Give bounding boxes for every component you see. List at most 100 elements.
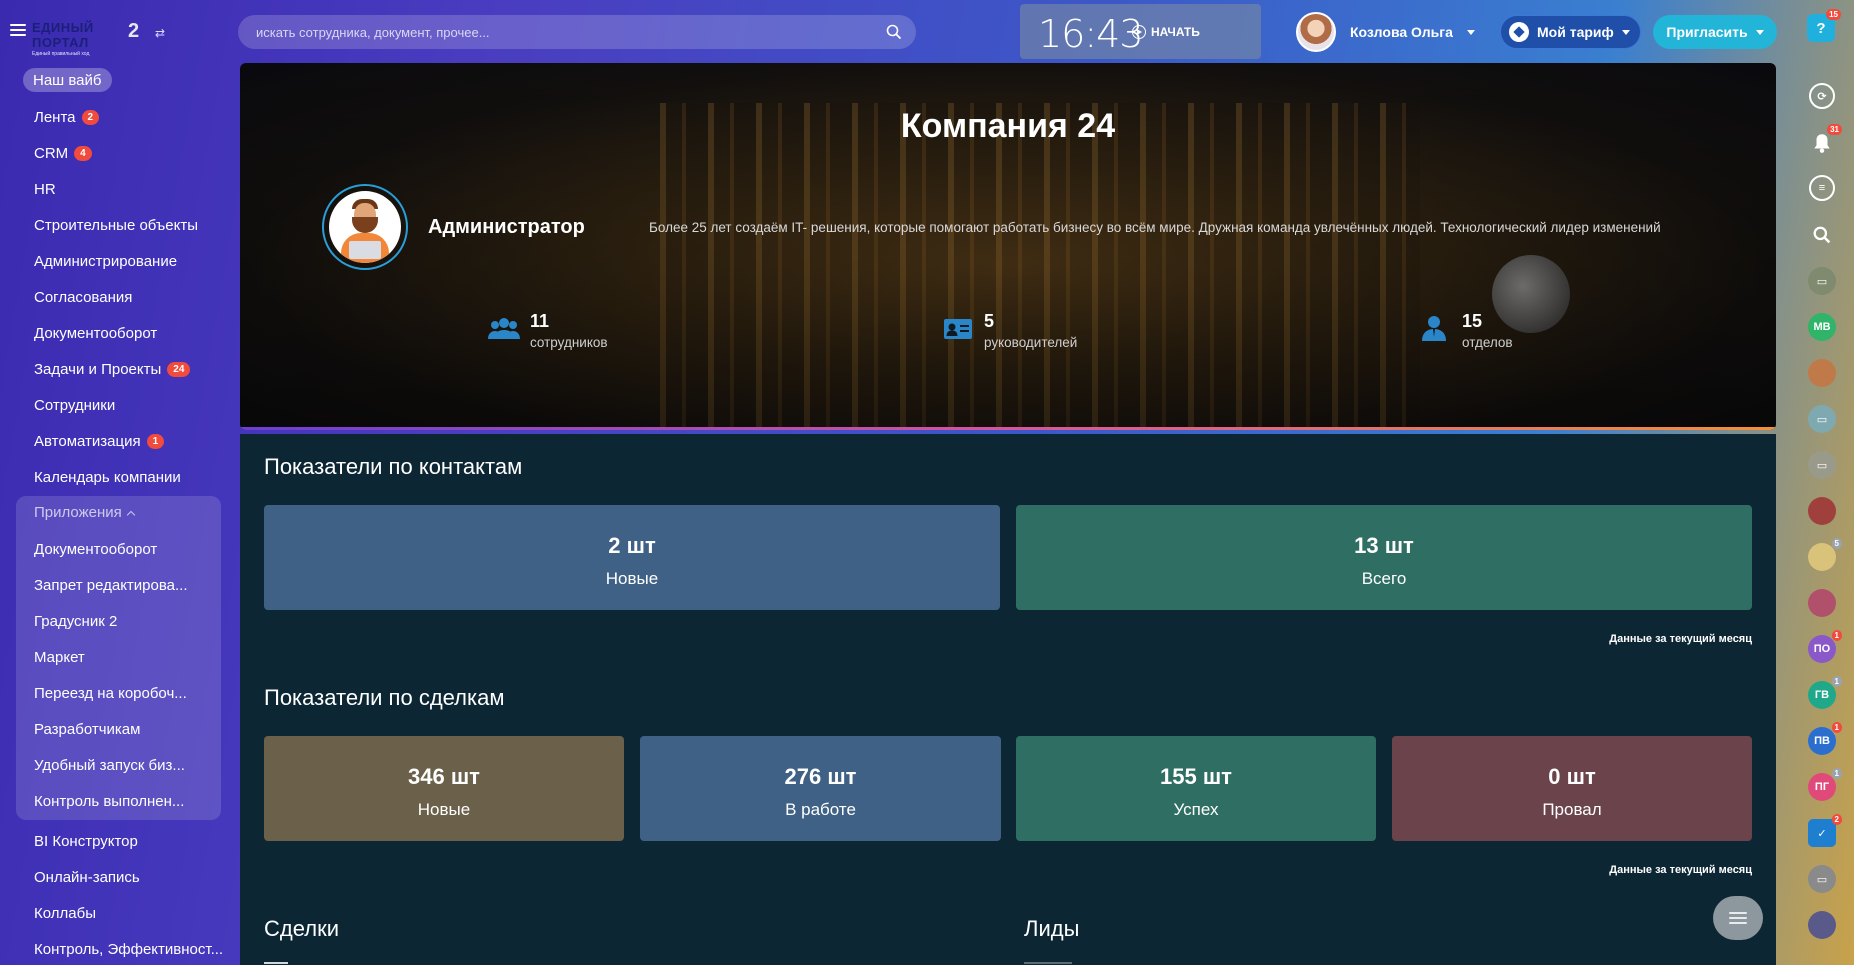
section-divider: [1024, 962, 1072, 964]
tariff-label: Мой тариф: [1537, 24, 1614, 40]
deals-in-progress-card[interactable]: 276 шт В работе: [640, 736, 1001, 841]
sidebar-item-online-booking[interactable]: Онлайн-запись: [34, 866, 140, 888]
copilot-icon[interactable]: ⟳: [1809, 83, 1835, 109]
chat-fab-button[interactable]: [1713, 896, 1763, 940]
avatar-builder[interactable]: 5: [1808, 538, 1842, 571]
work-day-widget[interactable]: 16:43 НАЧАТЬ: [1020, 4, 1261, 59]
clock-time: 16:43: [1038, 12, 1144, 56]
company-title: Компания 24: [900, 107, 1116, 145]
chevron-down-icon: [1621, 29, 1630, 35]
avatar-gv[interactable]: ГВ 1: [1808, 676, 1842, 709]
deals-new-card[interactable]: 346 шт Новые: [264, 736, 624, 841]
avatar-user-1[interactable]: [1808, 359, 1836, 387]
admin-avatar[interactable]: [322, 184, 408, 270]
counter-badge: 1: [146, 433, 165, 449]
user-menu[interactable]: Козлова Ольга: [1296, 10, 1475, 54]
sidebar-item-label: Запрет редактирова...: [34, 576, 188, 594]
user-tie-icon: [1422, 316, 1446, 341]
avatar-pv[interactable]: ПВ 1: [1808, 722, 1842, 755]
sidebar-app-item[interactable]: Удобный запуск биз...: [34, 754, 185, 776]
help-badge: 15: [1826, 9, 1841, 20]
avatar-po[interactable]: ПО 1: [1808, 630, 1842, 663]
tasks-icon[interactable]: ✓ 2: [1808, 814, 1842, 847]
sidebar-item-approvals[interactable]: Согласования: [34, 286, 132, 308]
chevron-down-icon: [1755, 29, 1764, 35]
sidebar-app-item[interactable]: Маркет: [34, 646, 85, 668]
sidebar-item-collabs[interactable]: Коллабы: [34, 902, 96, 924]
avatar-group[interactable]: [1808, 911, 1836, 939]
chat-icon[interactable]: ≡: [1809, 175, 1835, 201]
sidebar-item-bi-builder[interactable]: BI Конструктор: [34, 830, 138, 852]
users-icon: [488, 318, 520, 339]
sidebar-item-administration[interactable]: Администрирование: [34, 250, 177, 272]
sliders-icon[interactable]: ⇄: [155, 26, 165, 40]
card-value: 155 шт: [1160, 764, 1232, 789]
invite-button[interactable]: Пригласить: [1653, 15, 1777, 49]
card-label: Новые: [605, 569, 659, 588]
stat-label: руководителей: [984, 335, 1078, 350]
sidebar-item-label: HR: [34, 180, 56, 198]
sidebar-app-item[interactable]: Переезд на коробоч...: [34, 682, 187, 704]
left-sidebar: Наш вайб Лента 2 CRM 4 HR Строительные объ…: [0, 64, 240, 965]
sidebar-item-tasks[interactable]: Задачи и Проекты 24: [34, 358, 191, 380]
stat-value: 11: [530, 311, 550, 331]
apps-group-toggle[interactable]: Приложения: [34, 504, 136, 521]
sidebar-app-item[interactable]: Разработчикам: [34, 718, 140, 740]
bell-icon[interactable]: 31: [1808, 124, 1842, 157]
sidebar-item-crm[interactable]: CRM 4: [34, 142, 92, 164]
avatar-user-3[interactable]: [1808, 589, 1836, 617]
card-label: В работе: [785, 800, 856, 819]
avatar-initials: ПО: [1813, 643, 1831, 655]
sidebar-app-item[interactable]: Контроль выполнен...: [34, 790, 184, 812]
tariff-button[interactable]: Мой тариф: [1500, 15, 1641, 49]
avatar-mb[interactable]: MB: [1808, 313, 1836, 341]
user-name: Козлова Ольга: [1350, 24, 1453, 40]
contact-card-icon[interactable]: ▭: [1808, 865, 1836, 893]
sidebar-item-label: BI Конструктор: [34, 832, 138, 850]
card-label: Успех: [1173, 800, 1219, 819]
logo-number: 2: [128, 20, 140, 42]
notification-badge: 1: [1831, 722, 1842, 733]
play-icon: [1132, 25, 1146, 39]
contact-card-icon[interactable]: ▭: [1808, 267, 1836, 295]
search-input[interactable]: [238, 15, 916, 49]
chat-bubble-icon[interactable]: ▭: [1808, 405, 1836, 433]
avatar-pg[interactable]: ПГ 1: [1808, 768, 1842, 801]
contacts-total-card[interactable]: 13 шт Всего: [1016, 505, 1752, 610]
right-panel: ⟳ 31 ≡ ▭ MB ▭ ▭ 5 ПО 1 ГВ 1 ПВ 1 ПГ 1 ✓ 2 ▭: [1790, 64, 1854, 965]
company-hero-banner: Компания 24 Администратор Более 25 лет с…: [240, 63, 1776, 430]
avatar-initials: ПГ: [1814, 781, 1830, 793]
menu-icon[interactable]: [10, 24, 26, 36]
sidebar-item-feed[interactable]: Лента 2: [34, 106, 100, 128]
start-workday-button[interactable]: НАЧАТЬ: [1132, 25, 1200, 39]
deals-failed-card[interactable]: 0 шт Провал: [1392, 736, 1752, 841]
sidebar-item-efficiency[interactable]: Контроль, Эффективност...: [34, 938, 223, 960]
sidebar-item-calendar[interactable]: Календарь компании: [34, 466, 181, 488]
sidebar-item-label: Контроль, Эффективност...: [34, 940, 224, 958]
sidebar-item-hr[interactable]: HR: [34, 178, 56, 200]
sidebar-item-employees[interactable]: Сотрудники: [34, 394, 115, 416]
sidebar-app-item[interactable]: Запрет редактирова...: [34, 574, 188, 596]
contact-card-icon[interactable]: ▭: [1808, 451, 1836, 479]
sidebar-item-construction[interactable]: Строительные объекты: [34, 214, 198, 236]
company-logo[interactable]: ЕДИНЫЙ ПОРТАЛ Единый правильный ход 2: [32, 20, 150, 57]
sidebar-app-item[interactable]: Документооборот: [34, 538, 157, 560]
search-icon[interactable]: [1808, 221, 1836, 249]
deals-success-card[interactable]: 155 шт Успех: [1016, 736, 1376, 841]
sidebar-item-documents[interactable]: Документооборот: [34, 322, 157, 344]
stat-managers: 5 руководителей: [942, 311, 1077, 350]
search-icon[interactable]: [886, 24, 902, 40]
contacts-new-card[interactable]: 2 шт Новые: [264, 505, 1000, 610]
sidebar-app-item[interactable]: Градусник 2: [34, 610, 117, 632]
sidebar-item-automation[interactable]: Автоматизация 1: [34, 430, 165, 452]
tariff-icon: [1509, 22, 1529, 42]
sidebar-item-nash-vaib[interactable]: Наш вайб: [23, 68, 112, 92]
sidebar-item-label: Документооборот: [34, 540, 158, 558]
avatar-initials: ПВ: [1814, 735, 1830, 747]
avatar-user-2[interactable]: [1808, 497, 1836, 525]
help-button[interactable]: ? 15: [1807, 9, 1841, 42]
stat-label: сотрудников: [530, 335, 608, 350]
stat-label: отделов: [1462, 335, 1513, 350]
card-value: 2 шт: [608, 533, 656, 558]
sidebar-item-label: Коллабы: [34, 904, 96, 922]
